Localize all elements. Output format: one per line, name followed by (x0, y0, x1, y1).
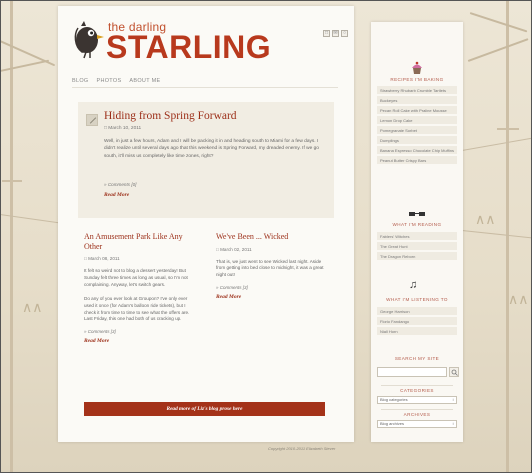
featured-post-date: □ March 10, 2011 (104, 126, 142, 131)
post-date-text: March 08, 2011 (88, 256, 120, 261)
rss-icon[interactable]: □ (323, 30, 330, 37)
list-item[interactable]: Fablers' Witches (377, 232, 457, 240)
list-item[interactable]: Banana Espresso Chocolate Chip Muffins (377, 146, 457, 154)
post-read-more[interactable]: Read More (216, 294, 328, 300)
utility-pole (10, 0, 13, 473)
featured-post: Hiding from Spring Forward □ March 10, 2… (78, 102, 334, 218)
frame-left (0, 0, 1, 473)
glasses-icon (409, 212, 425, 216)
post-comments-text: Comments [3] (219, 285, 248, 291)
list-item[interactable]: Dumplings (377, 136, 457, 144)
bird-silhouette-icon: ∧∧ (508, 291, 529, 307)
list-item[interactable]: Buckeyes (377, 96, 457, 104)
music-notes-icon: ♫ (409, 279, 418, 291)
utility-pole (506, 0, 509, 473)
baking-heading: RECIPES I'M BAKING (390, 77, 444, 82)
logo-title[interactable]: STARLING (106, 31, 271, 63)
post-comments-text: Comments [3] (87, 329, 116, 335)
post-title[interactable]: We've Been ... Wicked (216, 232, 328, 242)
listening-heading: WHAT I'M LISTENING TO (386, 297, 448, 302)
archives-selected: Blog archives (380, 421, 405, 426)
list-item[interactable]: The Dragon Reborn (377, 252, 457, 260)
post-date: □ March 02, 2011 (216, 246, 252, 252)
sidebar-divider (381, 385, 453, 386)
dropdown-arrow-icon: ↕ (452, 421, 454, 426)
post-paragraph: Do any of you ever look at Groupon? I've… (84, 295, 190, 322)
sidebar-divider (381, 409, 453, 410)
cupcake-icon (412, 61, 422, 74)
main-nav: BLOG PHOTOS ABOUT ME (72, 78, 160, 84)
main-column: the darling STARLING □ ✉ ○ BLOG PHOTOS A… (58, 6, 354, 442)
categories-heading: CATEGORIES (400, 388, 434, 393)
post-title[interactable]: An Amusement Park Like Any Other (84, 232, 196, 251)
listening-list: George Harrison Florio Fandango Niall Ho… (377, 307, 457, 337)
search-input[interactable] (377, 367, 447, 377)
categories-select[interactable]: Blog categories ↕ (377, 396, 457, 404)
search-icon (451, 369, 458, 376)
post-card: An Amusement Park Like Any Other □ March… (84, 232, 196, 344)
post-comments-link[interactable]: » Comments [3] (84, 329, 196, 334)
copyright-text: Copyright 2010-2011 Elizabeth Stever (268, 446, 336, 451)
sidebar: RECIPES I'M BAKING Strawberry Rhubarb Cr… (371, 22, 463, 442)
utility-crossbar (2, 180, 22, 182)
share-icon[interactable]: ○ (341, 30, 348, 37)
list-item[interactable]: Strawberry Rhubarb Crumble Tartlets (377, 86, 457, 94)
list-item[interactable]: Peanut Butter Crispy Bars (377, 156, 457, 164)
post-paragraph: That is, we just went to see Wicked last… (216, 258, 324, 278)
post-card: We've Been ... Wicked □ March 02, 2011 T… (216, 232, 328, 300)
social-links: □ ✉ ○ (323, 30, 348, 37)
dropdown-arrow-icon: ↕ (452, 397, 454, 402)
post-date-text: March 02, 2011 (220, 246, 252, 252)
pencil-icon (86, 114, 98, 126)
featured-read-more[interactable]: Read More (104, 192, 129, 198)
list-item[interactable]: Pecan Roll Cake with Praline Mousse (377, 106, 457, 114)
starling-logo-icon (74, 21, 104, 59)
featured-comments-link[interactable]: » Comments [0] (104, 182, 136, 187)
featured-date-text: March 10, 2011 (108, 126, 142, 131)
bird-silhouette-icon: ∧∧ (22, 299, 43, 315)
list-item[interactable]: Florio Fandango (377, 317, 457, 325)
archives-select[interactable]: Blog archives ↕ (377, 420, 457, 428)
nav-divider (72, 87, 338, 88)
frame-top (0, 0, 532, 1)
featured-comments-text: Comments [0] (107, 182, 137, 187)
list-item[interactable]: George Harrison (377, 307, 457, 315)
email-icon[interactable]: ✉ (332, 30, 339, 37)
bird-silhouette-icon: ∧∧ (475, 211, 496, 227)
post-date: □ March 08, 2011 (84, 256, 120, 261)
nav-about-me[interactable]: ABOUT ME (129, 78, 160, 84)
archives-heading: ARCHIVES (403, 412, 431, 417)
reading-list: Fablers' Witches The Great Hunt The Drag… (377, 232, 457, 262)
list-item[interactable]: The Great Hunt (377, 242, 457, 250)
list-item[interactable]: Pomegranate Sorbet (377, 126, 457, 134)
list-item[interactable]: Lemon Drop Cake (377, 116, 457, 124)
baking-list: Strawberry Rhubarb Crumble Tartlets Buck… (377, 86, 457, 166)
post-paragraph: It felt so weird not to blog a dessert y… (84, 268, 188, 287)
categories-selected: Blog categories (380, 397, 408, 402)
list-item[interactable]: Niall Horn (377, 327, 457, 335)
search-button[interactable] (449, 367, 459, 377)
post-comments-link[interactable]: » Comments [3] (216, 285, 328, 290)
featured-post-title[interactable]: Hiding from Spring Forward (104, 110, 237, 122)
post-read-more[interactable]: Read More (84, 338, 196, 344)
utility-crossbar (497, 128, 519, 130)
nav-blog[interactable]: BLOG (72, 78, 88, 84)
read-more-blog-button[interactable]: Read more of Liz's blog prose here (84, 402, 325, 416)
reading-heading: WHAT I'M READING (392, 222, 442, 227)
featured-post-body: Well, in just a few hours, Adam and I wi… (104, 139, 319, 159)
search-heading: SEARCH MY SITE (394, 356, 440, 361)
nav-photos[interactable]: PHOTOS (96, 78, 121, 84)
